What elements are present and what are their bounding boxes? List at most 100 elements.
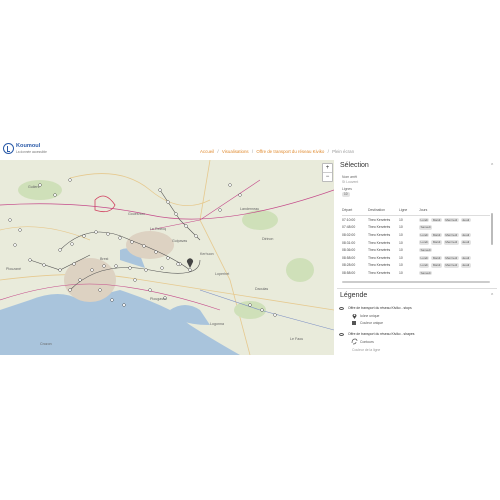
table-row[interactable]: 08:36:00 Theo Kerzérès 10 Samedi xyxy=(342,246,490,254)
place-label: Le Relecq xyxy=(150,227,166,231)
chevron-up-icon[interactable]: ⌃ xyxy=(490,163,494,169)
map-canvas[interactable]: Guilers Brest Plouzané Gouesnou Guipavas… xyxy=(0,160,334,355)
day-chip: Mercredi xyxy=(443,232,459,238)
place-label: Daoulas xyxy=(255,287,268,291)
breadcrumb-current: Plein écran xyxy=(332,149,355,154)
departure-time: 08:02:00 xyxy=(342,232,356,237)
day-chip: Mercredi xyxy=(443,263,459,268)
zoom-in-button[interactable]: + xyxy=(323,164,332,172)
logo-tagline: La donnée accessible xyxy=(16,150,47,154)
legend-title: Légende xyxy=(340,292,368,299)
place-label: Gouesnou xyxy=(128,212,145,216)
line-number: 10 xyxy=(399,248,403,253)
day-chip: Jeudi xyxy=(460,255,471,260)
day-chip: Jeudi xyxy=(460,240,471,245)
zoom-out-button[interactable]: − xyxy=(323,173,332,181)
departure-time: 07:10:00 xyxy=(342,217,356,222)
line-label: Lignes xyxy=(342,187,352,191)
day-chip: Mardi xyxy=(431,217,442,222)
place-label: Plougastel xyxy=(150,297,167,301)
table-row[interactable]: 07:10:00 Theo Kerzérès 10 Lundi Mardi Mercred… xyxy=(342,216,490,224)
destination: Theo Kerzérès xyxy=(368,255,391,260)
place-label: Plouzané xyxy=(6,267,21,271)
days-cell: Samedi xyxy=(419,246,490,254)
days-cell: Lundi Mardi Mercredi Jeudi xyxy=(419,262,490,270)
eye-icon[interactable] xyxy=(339,307,344,310)
day-chip: Lundi xyxy=(419,240,430,245)
table-row[interactable]: 08:58:00 Theo Kerzérès 10 Lundi Mardi Mercred… xyxy=(342,254,490,262)
breadcrumb-visualisations[interactable]: Visualisations xyxy=(222,149,249,154)
logo-icon[interactable] xyxy=(3,143,14,154)
destination: Theo Kerzérès xyxy=(368,270,391,275)
days-cell: Lundi Mardi Mercredi Jeudi xyxy=(419,216,490,224)
table-row[interactable]: 08:58:00 Theo Kerzérès 10 Samedi xyxy=(342,269,490,277)
day-chip: Mercredi xyxy=(443,217,459,222)
days-cell: Lundi Mardi Mercredi Jeudi xyxy=(419,239,490,247)
departure-time: 08:58:00 xyxy=(342,255,356,260)
destination: Theo Kerzérès xyxy=(368,217,391,222)
day-chip: Samedi xyxy=(419,270,433,276)
table-row[interactable]: 08:31:00 Theo Kerzérès 10 Lundi Mardi Mercred… xyxy=(342,239,490,247)
line-chip[interactable]: 10 xyxy=(342,192,350,197)
day-chip: Lundi xyxy=(419,255,430,260)
departure-time: 07:48:00 xyxy=(342,225,356,230)
day-chip: Mardi xyxy=(431,255,442,260)
eye-icon[interactable] xyxy=(339,333,344,336)
line-number: 10 xyxy=(399,240,403,245)
place-label: Guilers xyxy=(28,185,40,189)
column-header[interactable]: Destination xyxy=(368,205,399,216)
place-label: Landerneau xyxy=(240,207,259,211)
logo-name[interactable]: Koumoul xyxy=(16,143,40,149)
day-chip: Lundi xyxy=(419,217,430,222)
breadcrumb-accueil[interactable]: Accueil xyxy=(200,149,214,154)
days-cell: Lundi Mardi Mercredi Jeudi xyxy=(419,231,490,239)
line-number: 10 xyxy=(399,255,403,260)
destination: Theo Kerzérès xyxy=(368,248,391,253)
departure-time: 08:28:00 xyxy=(342,263,356,268)
legend-note: Couleur de la ligne xyxy=(352,348,381,352)
column-header[interactable]: Ligne xyxy=(399,205,419,216)
chevron-up-icon[interactable]: ⌃ xyxy=(490,293,494,299)
day-chip: Lundi xyxy=(419,232,430,238)
table-header: Départ Destination Ligne Jours xyxy=(342,205,490,216)
table-horizontal-scrollbar[interactable] xyxy=(342,281,490,283)
destination: Theo Kerzérès xyxy=(368,240,391,245)
day-chip: Jeudi xyxy=(460,232,471,238)
line-number: 10 xyxy=(399,232,403,237)
table-scrollbar[interactable] xyxy=(491,213,493,245)
day-chip: Lundi xyxy=(419,263,430,268)
breadcrumb-dataset[interactable]: Offre de transport du réseau Kiviko xyxy=(256,149,324,154)
table-row[interactable]: 08:28:00 Theo Kerzérès 10 Lundi Mardi Mercred… xyxy=(342,262,490,270)
stop-value: St Louvent xyxy=(342,180,359,184)
day-chip: Mardi xyxy=(431,232,442,238)
departure-time: 08:58:00 xyxy=(342,270,356,275)
line-number: 10 xyxy=(399,225,403,230)
breadcrumb: Accueil / Visualisations / Offre de tran… xyxy=(200,149,356,154)
transport-map[interactable]: Guilers Brest Plouzané Gouesnou Guipavas… xyxy=(0,160,334,355)
section-divider xyxy=(337,288,497,289)
days-cell: Samedi xyxy=(419,269,490,277)
stop-label: Nom arrêt xyxy=(342,175,358,179)
departure-time: 08:31:00 xyxy=(342,240,356,245)
table-row[interactable]: 07:48:00 Theo Kerzérès 10 Samedi xyxy=(342,224,490,232)
breadcrumb-separator: / xyxy=(217,149,219,154)
days-cell: Samedi xyxy=(419,224,490,232)
place-label: Dirinon xyxy=(262,237,273,241)
map-marker-icon xyxy=(352,314,357,319)
line-number: 10 xyxy=(399,263,403,268)
contour-icon xyxy=(351,338,358,345)
day-chip: Samedi xyxy=(419,225,433,230)
day-chip: Mardi xyxy=(431,263,442,268)
column-header[interactable]: Jours xyxy=(419,205,490,216)
place-label: Brest xyxy=(100,257,108,261)
selection-title: Sélection xyxy=(340,162,369,169)
legend-group-title: Offre de transport du réseau Kiviko - sh… xyxy=(348,332,415,336)
destination: Theo Kerzérès xyxy=(368,263,391,268)
legend-group-title: Offre de transport du réseau Kiviko - st… xyxy=(348,306,412,310)
color-square-icon xyxy=(352,321,356,325)
breadcrumb-separator: / xyxy=(327,149,329,154)
column-header[interactable]: Départ xyxy=(342,205,368,216)
table-row[interactable]: 08:02:00 Theo Kerzérès 10 Lundi Mardi Mercred… xyxy=(342,231,490,239)
legend-item: Icône unique xyxy=(360,314,380,318)
place-label: Kerhuon xyxy=(200,252,214,256)
